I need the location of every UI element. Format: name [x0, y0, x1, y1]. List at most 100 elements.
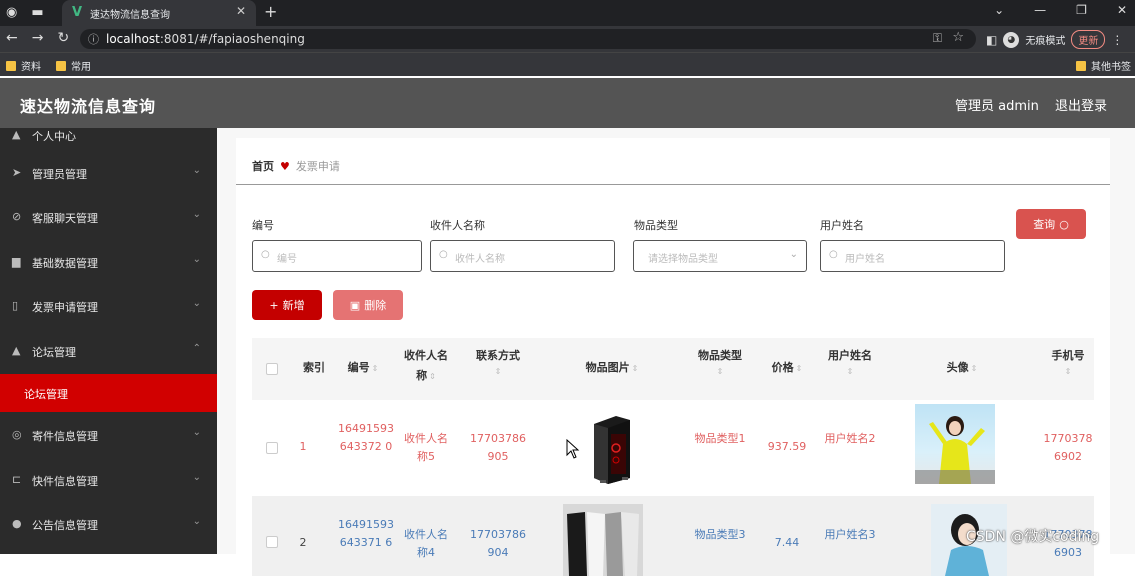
tab-title: 速达物流信息查询	[90, 10, 170, 21]
star-icon[interactable]: ☆	[952, 30, 964, 45]
type-select[interactable]: 请选择物品类型 ⌄	[633, 240, 807, 272]
logout-link[interactable]: 退出登录	[1055, 95, 1107, 114]
breadcrumb-home[interactable]: 首页	[252, 158, 274, 174]
admin-label: 管理员 admin	[955, 99, 1039, 114]
select-all-checkbox[interactable]	[266, 363, 278, 375]
sidebar-subitem-forum[interactable]: 论坛管理	[0, 374, 217, 412]
main-content: 首页 ♥ 发票申请 编号 ○ 编号 收件人名称 ○ 收件人名称 物品类型 请选择…	[217, 128, 1135, 576]
socks-photo-icon	[563, 504, 643, 576]
watermark: CSDN @微实coding	[966, 529, 1100, 545]
search-icon: ○	[1059, 217, 1069, 231]
sort-icon: ⇕	[429, 372, 436, 381]
chevron-down-icon[interactable]: ⌄	[994, 3, 1004, 17]
sort-icon: ⇕	[716, 367, 724, 376]
menu-dots-icon[interactable]: ⋮	[1111, 33, 1123, 47]
plus-icon: +	[269, 298, 279, 312]
crop-icon: ⊏	[12, 473, 22, 486]
th-avatar[interactable]: 头像 ⇕	[922, 358, 1002, 379]
incognito-icon[interactable]: ◕	[1003, 31, 1020, 48]
sort-icon: ⇕	[631, 364, 639, 373]
th-user[interactable]: 用户姓名 ⇕	[818, 346, 882, 378]
back-icon[interactable]: ←	[6, 30, 18, 46]
tab-close-icon[interactable]: ✕	[236, 4, 246, 18]
update-button[interactable]: 更新	[1071, 30, 1106, 49]
row-checkbox[interactable]	[266, 536, 278, 548]
bookmark-folder-2[interactable]: 常用	[56, 58, 91, 73]
th-code[interactable]: 编号 ⇕	[338, 358, 388, 379]
type-label: 物品类型	[634, 219, 678, 232]
user-icon: ▲	[12, 344, 21, 357]
bookmark-folder-1[interactable]: 资料	[6, 58, 41, 73]
th-image[interactable]: 物品图片 ⇕	[552, 358, 672, 379]
sidebar-item-notice-info[interactable]: ● 公告信息管理 ⌄	[0, 503, 217, 547]
browser-profile-icon[interactable]: ◉	[6, 5, 17, 21]
info-icon[interactable]: ⓘ	[88, 31, 99, 47]
key-icon[interactable]: ⚿	[933, 31, 942, 46]
table-row[interactable]: 1 16491593643372 0 收件人名称5 17703786905 物品…	[252, 400, 1094, 496]
bookmarks-bar: 资料 常用 其他书签	[0, 52, 1135, 76]
th-type[interactable]: 物品类型 ⇕	[688, 346, 752, 378]
url-path: :8081/#/fapiaoshenqing	[159, 32, 305, 46]
browser-addressbar: ← → ↻ ⓘ localhost:8081/#/fapiaoshenqing …	[0, 26, 1135, 52]
breadcrumb: 首页 ♥ 发票申请	[252, 158, 340, 174]
new-tab-icon[interactable]: +	[264, 2, 277, 21]
mouse-cursor-icon	[566, 439, 580, 459]
cell-code: 16491593643371 6	[338, 518, 394, 549]
send-icon: ➤	[12, 166, 22, 179]
search-icon: ○	[261, 249, 270, 260]
minimize-icon[interactable]: —	[1034, 3, 1046, 17]
th-price[interactable]: 价格 ⇕	[762, 358, 812, 379]
chevron-down-icon: ⌄	[192, 298, 201, 309]
cell-price: 7.44	[774, 536, 800, 549]
cell-type: 物品类型3	[694, 528, 746, 541]
sort-icon: ⇕	[371, 364, 379, 373]
sidebar-item-express-info[interactable]: ⊏ 快件信息管理 ⌄	[0, 459, 217, 503]
forward-icon[interactable]: →	[32, 30, 44, 46]
restore-icon[interactable]: ❐	[1076, 3, 1087, 17]
trash-icon: ▣	[349, 298, 361, 312]
code-input[interactable]: ○ 编号	[252, 240, 422, 272]
cell-mobile: 17703786902	[1043, 432, 1093, 463]
sidebar-item-basic-data[interactable]: ▆ 基础数据管理 ⌄	[0, 241, 217, 285]
sort-icon: ⇕	[494, 367, 502, 376]
sort-icon: ⇕	[970, 364, 978, 373]
bulb-icon: ●	[12, 517, 22, 530]
folder-icon	[56, 60, 66, 71]
other-bookmarks[interactable]: 其他书签	[1076, 58, 1131, 73]
sidebar-item-sender-info[interactable]: ◎ 寄件信息管理 ⌄	[0, 414, 217, 458]
delete-button[interactable]: ▣ 删除	[333, 290, 403, 320]
app-title: 速达物流信息查询	[20, 97, 157, 116]
tab-overview-icon[interactable]: ▬	[31, 5, 43, 21]
cell-recipient: 收件人名称5	[404, 432, 448, 463]
product-image	[563, 504, 643, 576]
th-phone[interactable]: 联系方式 ⇕	[470, 346, 526, 378]
target-icon: ◎	[12, 428, 22, 441]
chevron-down-icon: ⌄	[192, 427, 201, 438]
cell-recipient: 收件人名称4	[404, 528, 448, 559]
user-input[interactable]: ○ 用户姓名	[820, 240, 1005, 272]
add-button[interactable]: + 新增	[252, 290, 322, 320]
content-panel: 首页 ♥ 发票申请 编号 ○ 编号 收件人名称 ○ 收件人名称 物品类型 请选择…	[236, 138, 1110, 576]
browser-tab-active[interactable]: V 速达物流信息查询 ✕	[62, 0, 256, 26]
side-panel-icon[interactable]: ◧	[986, 33, 997, 47]
cell-index: 1	[299, 440, 307, 453]
close-window-icon[interactable]: ✕	[1117, 3, 1127, 17]
browser-tabbar: ◉ ▬ V 速达物流信息查询 ✕ + ⌄ — ❐ ✕	[0, 0, 1135, 26]
url-field[interactable]: ⓘ localhost:8081/#/fapiaoshenqing ⚿ ☆	[80, 29, 976, 49]
sidebar-item-admin[interactable]: ➤ 管理员管理 ⌄	[0, 152, 217, 196]
chevron-down-icon: ⌄	[192, 209, 201, 220]
table-header: 索引 编号 ⇕ 收件人名称 ⇕ 联系方式 ⇕ 物品图片 ⇕ 物品类型 ⇕ 价格 ⇕ 用户姓名…	[252, 338, 1094, 400]
reload-icon[interactable]: ↻	[57, 30, 69, 46]
sidebar-item-chat[interactable]: ⊘ 客服聊天管理 ⌄	[0, 196, 217, 240]
recipient-input[interactable]: ○ 收件人名称	[430, 240, 615, 272]
pc-case-icon	[594, 416, 630, 484]
sidebar-item-forum[interactable]: ▲ 论坛管理 ⌃	[0, 330, 217, 374]
th-recipient[interactable]: 收件人名称 ⇕	[402, 346, 450, 387]
search-button[interactable]: 查询 ○	[1016, 209, 1086, 239]
incognito-label: 无痕模式	[1025, 36, 1066, 47]
row-checkbox[interactable]	[266, 442, 278, 454]
cell-index: 2	[299, 536, 307, 549]
phone-icon: ▯	[12, 299, 19, 312]
sidebar-item-invoice[interactable]: ▯ 发票申请管理 ⌄	[0, 285, 217, 329]
th-mobile[interactable]: 手机号 ⇕	[1042, 346, 1094, 378]
